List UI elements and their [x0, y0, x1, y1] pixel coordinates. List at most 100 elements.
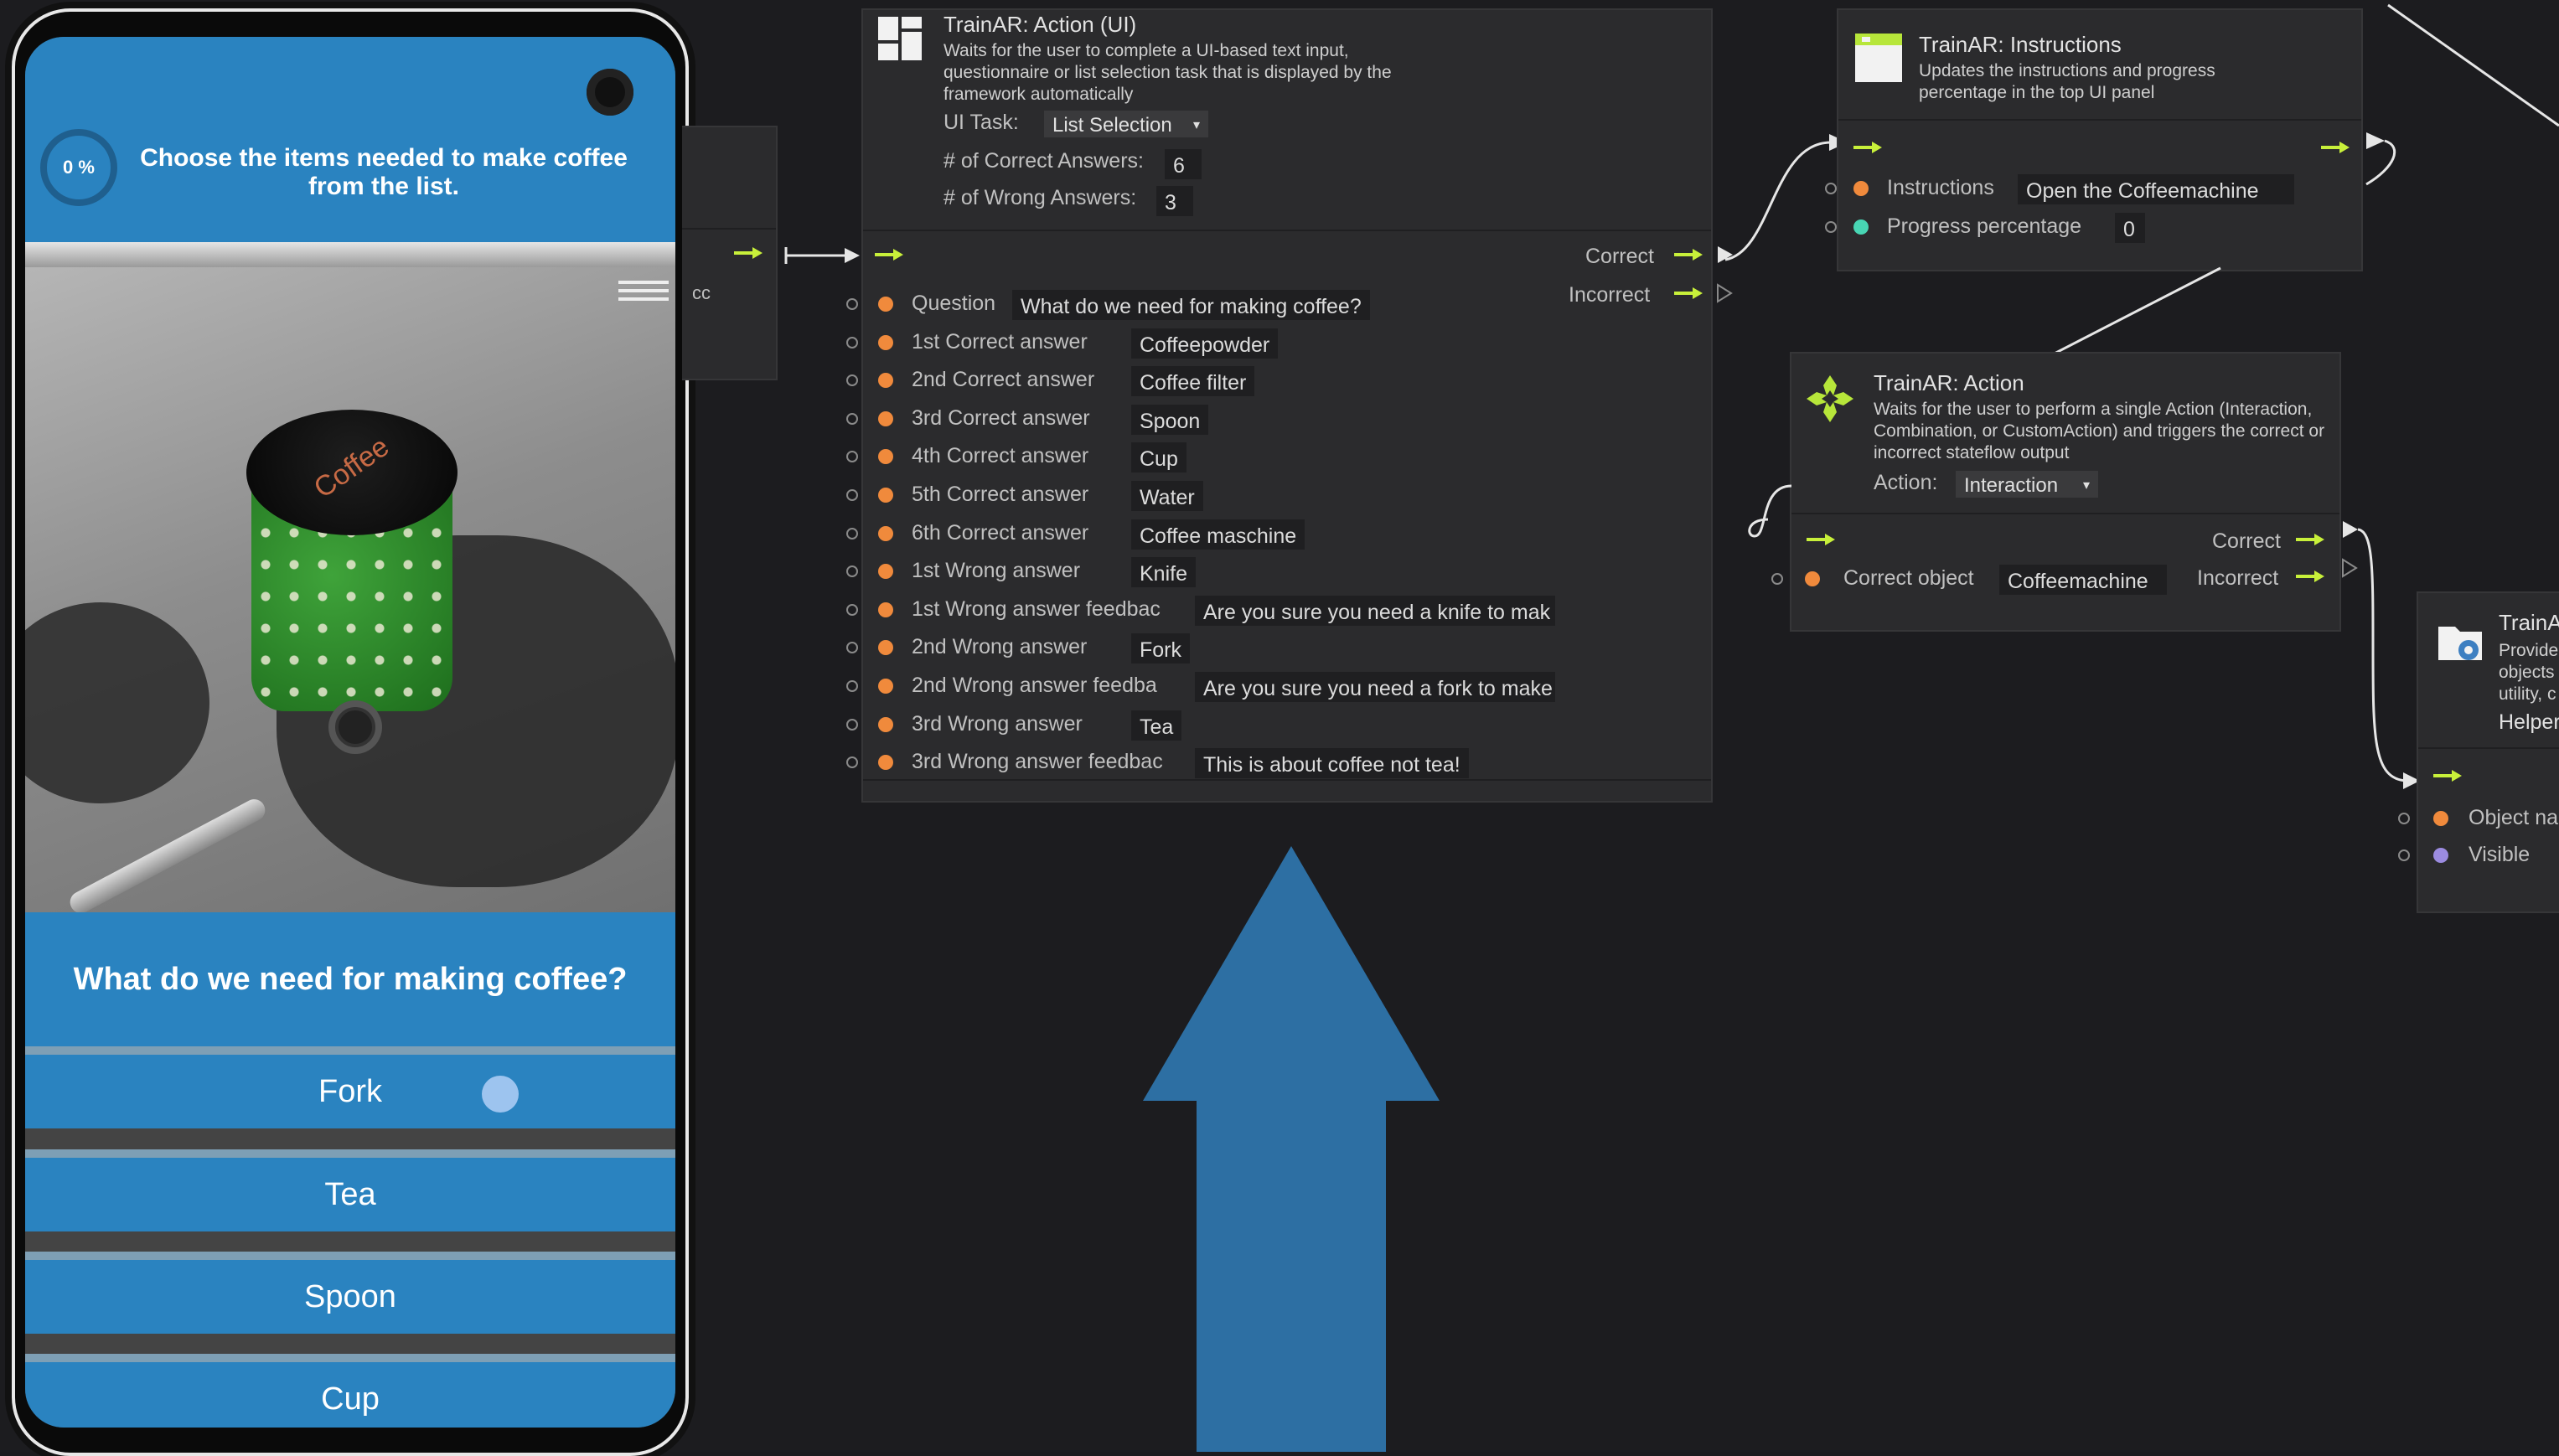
- field-label: 3rd Wrong answer feedbac: [912, 750, 1163, 774]
- spoon-object[interactable]: [66, 795, 269, 917]
- field-label: 1st Wrong answer feedbac: [912, 596, 1161, 621]
- correct-count-field[interactable]: 6: [1165, 149, 1202, 179]
- ui-task-dropdown[interactable]: List Selection ▾: [1044, 111, 1208, 137]
- input-port[interactable]: [846, 412, 858, 425]
- flow-in-icon[interactable]: [1853, 141, 1882, 154]
- flow-in-icon[interactable]: [1807, 533, 1835, 546]
- object-port-icon: [878, 334, 893, 350]
- node-description-line: objects: [2499, 663, 2555, 682]
- action-label: Action:: [1874, 471, 1938, 494]
- field-input[interactable]: What do we need for making coffee?: [1012, 290, 1370, 320]
- chevron-down-icon: ▾: [2082, 478, 2090, 493]
- wrong-count-field[interactable]: 3: [1156, 186, 1193, 216]
- object-port-icon: [878, 488, 893, 503]
- field-input[interactable]: Water: [1131, 481, 1203, 511]
- action-value: Interaction: [1964, 474, 2059, 497]
- front-camera: [587, 69, 633, 116]
- helper-node[interactable]: TrainA Provide objects utility, c Helper…: [2398, 591, 2559, 913]
- coffee-jar[interactable]: Coffee: [235, 410, 469, 711]
- field-input[interactable]: Knife: [1131, 557, 1196, 588]
- ui-task-value: List Selection: [1052, 114, 1172, 137]
- node-title: TrainAR: Action (UI): [943, 12, 1137, 37]
- action-dropdown[interactable]: Interaction ▾: [1956, 471, 2098, 498]
- object-name-label: Object na: [2469, 806, 2559, 829]
- flow-out-correct-icon[interactable]: [1674, 248, 1703, 261]
- question-text: What do we need for making coffee?: [25, 912, 675, 1046]
- ar-scene[interactable]: Coffee: [25, 242, 675, 929]
- flow-in-icon[interactable]: [2433, 769, 2462, 782]
- correct-count-label: # of Correct Answers:: [943, 149, 1144, 173]
- window-icon: [1855, 34, 1902, 82]
- output-incorrect-label: Incorrect: [1569, 283, 1651, 307]
- action-ui-node[interactable]: TrainAR: Action (UI) Waits for the user …: [846, 8, 1713, 803]
- option-fork[interactable]: Fork: [25, 1046, 675, 1128]
- input-port[interactable]: [2398, 813, 2410, 824]
- option-cup[interactable]: Cup: [25, 1354, 675, 1428]
- correct-object-label: Correct object: [1843, 566, 1974, 590]
- object-port-icon: [878, 410, 893, 426]
- input-port[interactable]: [2398, 849, 2410, 861]
- input-port[interactable]: [846, 527, 858, 540]
- flow-out-incorrect-icon[interactable]: [2296, 570, 2324, 583]
- flow-wire: [2045, 3, 2559, 360]
- field-input[interactable]: Are you sure you need a fork to make: [1195, 672, 1555, 702]
- layout-icon: [878, 17, 922, 60]
- field-input[interactable]: Coffee filter: [1131, 366, 1255, 397]
- instruction-text: Choose the items needed to make coffee f…: [140, 144, 628, 200]
- field-input[interactable]: Coffeepowder: [1131, 328, 1279, 359]
- field-input[interactable]: Fork: [1131, 633, 1190, 664]
- input-port[interactable]: [1825, 183, 1837, 194]
- flow-out-icon[interactable]: [734, 246, 763, 260]
- chevron-down-icon: ▾: [1192, 118, 1200, 132]
- flow-out-correct-icon[interactable]: [2296, 533, 2324, 546]
- input-port[interactable]: [846, 336, 858, 349]
- object-port-icon: [878, 679, 893, 694]
- object-port-icon: [878, 373, 893, 389]
- partial-node-text: cc: [692, 282, 711, 303]
- correct-object-field[interactable]: Coffeemachine: [1999, 565, 2167, 595]
- helper-subtitle: Helper: [2499, 710, 2559, 734]
- node-description: Waits for the user to complete a UI-base…: [943, 41, 1392, 104]
- partial-node[interactable]: cc: [682, 126, 778, 380]
- input-port[interactable]: [846, 718, 858, 731]
- menu-icon[interactable]: [618, 276, 669, 309]
- object-port-icon: [878, 602, 893, 617]
- output-correct-label: Correct: [2212, 529, 2281, 553]
- crosshair-icon: [335, 707, 375, 747]
- field-label: 2nd Wrong answer feedba: [912, 674, 1157, 697]
- node-description-line: utility, c: [2499, 684, 2556, 704]
- field-input[interactable]: Coffee maschine: [1131, 519, 1305, 550]
- field-input[interactable]: Tea: [1131, 710, 1182, 741]
- bool-port-icon: [2433, 848, 2448, 863]
- input-port[interactable]: [846, 489, 858, 501]
- field-input[interactable]: Spoon: [1131, 404, 1209, 435]
- instructions-label: Instructions: [1887, 176, 1994, 199]
- node-description: Waits for the user to perform a single A…: [1874, 400, 2325, 462]
- field-input[interactable]: Are you sure you need a knife to mak: [1195, 595, 1555, 626]
- object-port-icon: [878, 525, 893, 541]
- phone-frame: 0 % Choose the items needed to make coff…: [12, 8, 689, 1456]
- input-port[interactable]: [846, 298, 858, 310]
- phone-screen: 0 % Choose the items needed to make coff…: [25, 37, 675, 1428]
- option-tea[interactable]: Tea: [25, 1149, 675, 1231]
- ui-task-label: UI Task:: [943, 111, 1019, 134]
- object-port-icon: [878, 640, 893, 656]
- input-port[interactable]: [846, 680, 858, 692]
- object-port-icon: [878, 716, 893, 732]
- action-node[interactable]: TrainAR: Action Waits for the user to pe…: [1771, 352, 2341, 632]
- touch-indicator: [482, 1076, 519, 1113]
- field-input[interactable]: Cup: [1131, 442, 1186, 473]
- field-input[interactable]: This is about coffee not tea!: [1195, 748, 1469, 779]
- input-port[interactable]: [1771, 573, 1783, 585]
- flow-in-icon[interactable]: [875, 248, 903, 261]
- option-spoon[interactable]: Spoon: [25, 1252, 675, 1334]
- input-port[interactable]: [846, 603, 858, 616]
- object-port-icon: [878, 755, 893, 771]
- object-shadow: [25, 602, 209, 803]
- object-port-icon: [878, 297, 893, 312]
- object-port-icon: [1853, 181, 1869, 196]
- instruction-panel: 0 % Choose the items needed to make coff…: [25, 37, 675, 242]
- flow-out-incorrect-icon[interactable]: [1674, 287, 1703, 300]
- input-port[interactable]: [1825, 221, 1837, 233]
- flow-wire: [1724, 134, 1848, 261]
